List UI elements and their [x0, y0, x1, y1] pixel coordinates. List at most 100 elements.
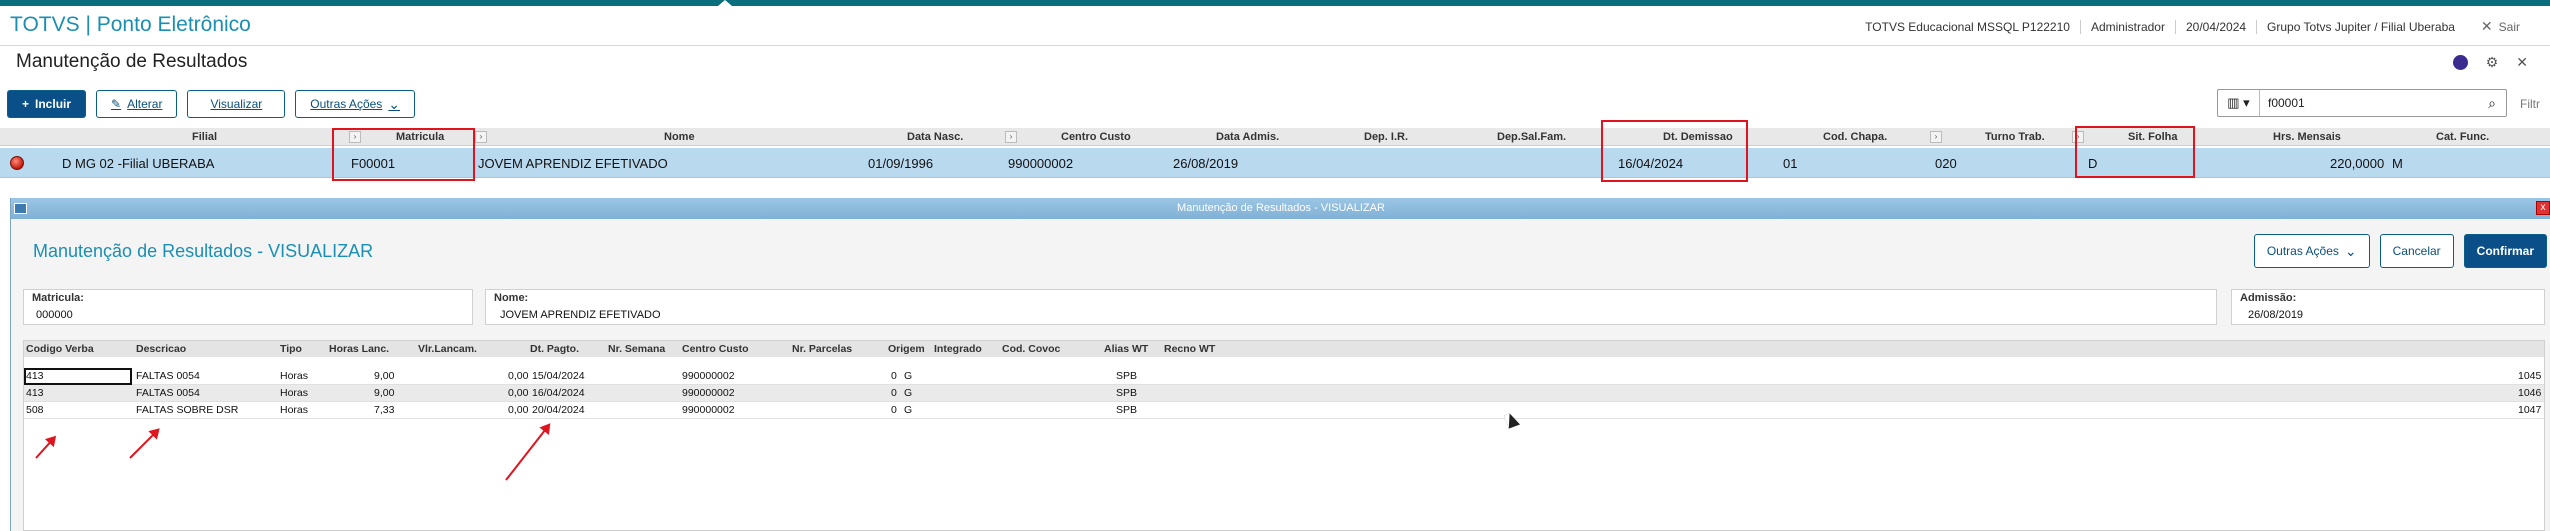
col-filial[interactable]: Filial [192, 131, 217, 143]
resultados-grid-header: Codigo Verba Descricao Tipo Horas Lanc. … [24, 341, 2544, 357]
cell-cod-chapa: 01 [1783, 156, 1798, 171]
col-horas-lanc[interactable]: Horas Lanc. [329, 343, 389, 355]
admissao-label: Admissão: [2240, 292, 2297, 304]
cell-verba: 413 [26, 387, 44, 399]
search-input[interactable]: f00001 [2260, 96, 2478, 110]
col-descricao[interactable]: Descricao [136, 343, 186, 355]
visualizar-button[interactable]: Visualizar [187, 90, 286, 118]
cell-data-nasc: 01/09/1996 [868, 156, 934, 171]
cell-data-admis: 26/08/2019 [1173, 156, 1239, 171]
cell-alias: SPB [1116, 370, 1138, 382]
cell-origem: G [904, 370, 913, 382]
sort-icon[interactable]: › [475, 131, 487, 143]
col-dep-ir[interactable]: Dep. I.R. [1364, 131, 1408, 143]
columns-selector-icon[interactable]: ▥ ▾ [2218, 90, 2260, 116]
close-icon: ✕ [2480, 18, 2493, 34]
dialog-close-icon[interactable]: x [2536, 201, 2550, 215]
company-label[interactable]: Grupo Totvs Jupiter / Filial Uberaba [2256, 19, 2465, 34]
cell-parcelas: 0 [891, 370, 897, 382]
cell-valor: 0,00 [508, 387, 529, 399]
cell-nome: JOVEM APRENDIZ EFETIVADO [478, 156, 668, 171]
incluir-button[interactable]: + Incluir [7, 90, 87, 118]
admissao-value: 26/08/2019 [2248, 309, 2304, 321]
col-tipo[interactable]: Tipo [280, 343, 302, 355]
pencil-icon: ✎ [111, 97, 122, 111]
visualizar-label: Visualizar [210, 97, 263, 111]
outras-acoes-label: Outras Ações [310, 97, 383, 111]
cell-origem: G [904, 404, 913, 416]
cell-horas: 9,00 [374, 387, 395, 399]
cell-descricao: FALTAS SOBRE DSR [136, 404, 239, 416]
cell-dt-pagto: 20/04/2024 [532, 404, 585, 416]
sort-icon[interactable]: › [1005, 131, 1017, 143]
cell-origem: G [904, 387, 913, 399]
dialog-outras-acoes-button[interactable]: Outras Ações ⌄ [2253, 234, 2370, 268]
cell-recno: 1046 [2518, 387, 2542, 399]
nome-field: Nome: JOVEM APRENDIZ EFETIVADO [485, 289, 2217, 325]
cancelar-button[interactable]: Cancelar [2379, 234, 2454, 268]
confirmar-label: Confirmar [2476, 244, 2534, 258]
col-nr-parcelas[interactable]: Nr. Parcelas [792, 343, 852, 355]
dialog-body: Manutenção de Resultados - VISUALIZAR Ou… [11, 219, 2550, 531]
col-hrs-mensais[interactable]: Hrs. Mensais [2273, 131, 2341, 143]
exit-button[interactable]: ✕ Sair [2481, 18, 2520, 35]
col-recno-wt[interactable]: Recno WT [1164, 343, 1215, 355]
cell-horas: 7,33 [374, 404, 395, 416]
col-alias-wt[interactable]: Alias WT [1104, 343, 1148, 355]
status-legend-icon[interactable] [10, 156, 24, 170]
col-cat-func[interactable]: Cat. Func. [2436, 131, 2489, 143]
cell-recno: 1047 [2518, 404, 2542, 416]
filter-label[interactable]: Filtr [2520, 97, 2540, 111]
date-label: 20/04/2024 [2174, 19, 2256, 34]
col-turno-trab[interactable]: Turno Trab. [1985, 131, 2045, 143]
table-row[interactable]: 508 FALTAS SOBRE DSR Horas 7,33 0,00 20/… [24, 402, 2544, 419]
chevron-down-icon: ⌄ [388, 95, 401, 112]
dialog-titlebar[interactable]: Manutenção de Resultados - VISUALIZAR x [11, 198, 2550, 219]
search-icon[interactable]: ⌕ [2478, 95, 2506, 112]
alterar-button[interactable]: ✎ Alterar [96, 90, 178, 118]
table-row[interactable]: 413 FALTAS 0054 Horas 9,00 0,00 15/04/20… [24, 368, 2544, 385]
gear-icon[interactable]: ⚙ [2486, 54, 2499, 71]
header-icons: ⚙ ✕ [2452, 54, 2528, 71]
close-page-icon[interactable]: ✕ [2516, 54, 2528, 71]
cell-descricao: FALTAS 0054 [136, 370, 200, 382]
resultados-grid: Codigo Verba Descricao Tipo Horas Lanc. … [23, 340, 2545, 531]
cell-descricao: FALTAS 0054 [136, 387, 200, 399]
plus-icon: + [22, 97, 30, 111]
col-data-nasc[interactable]: Data Nasc. [907, 131, 963, 143]
dialog-outras-acoes-label: Outras Ações [2266, 244, 2339, 258]
chevron-down-icon: ⌄ [2344, 242, 2357, 259]
exit-label: Sair [2498, 19, 2520, 34]
col-centro-custo[interactable]: Centro Custo [682, 343, 749, 355]
cell-dt-pagto: 15/04/2024 [532, 370, 585, 382]
col-vlr-lancam[interactable]: Vlr.Lancam. [418, 343, 477, 355]
page-title: Manutenção de Resultados [16, 51, 248, 72]
col-dt-pagto[interactable]: Dt. Pagto. [530, 343, 579, 355]
col-centro-custo[interactable]: Centro Custo [1061, 131, 1131, 143]
cell-centro: 990000002 [682, 404, 735, 416]
col-cod-chapa[interactable]: Cod. Chapa. [1823, 131, 1887, 143]
col-cod-covoc[interactable]: Cod. Covoc [1002, 343, 1060, 355]
cell-turno: 020 [1935, 156, 1957, 171]
cell-centro-custo: 990000002 [1008, 156, 1074, 171]
search-box: ▥ ▾ f00001 ⌕ [2217, 89, 2507, 117]
col-nr-semana[interactable]: Nr. Semana [608, 343, 665, 355]
outras-acoes-button[interactable]: Outras Ações ⌄ [295, 90, 416, 118]
col-origem[interactable]: Origem [888, 343, 925, 355]
window-icon [14, 203, 27, 214]
col-integrado[interactable]: Integrado [934, 343, 982, 355]
cell-filial: D MG 02 -Filial UBERABA [62, 156, 215, 171]
col-data-admis[interactable]: Data Admis. [1216, 131, 1279, 143]
table-row[interactable]: 413 FALTAS 0054 Horas 9,00 0,00 16/04/20… [24, 385, 2544, 402]
cell-cat-func: M [2392, 156, 2403, 171]
alterar-label: Alterar [127, 97, 163, 111]
col-nome[interactable]: Nome [664, 131, 695, 143]
user-label[interactable]: Administrador [2079, 19, 2175, 34]
dialog-heading: Manutenção de Resultados - VISUALIZAR [33, 241, 374, 261]
confirmar-button[interactable]: Confirmar [2463, 234, 2547, 268]
col-dep-sal-fam[interactable]: Dep.Sal.Fam. [1497, 131, 1566, 143]
visualizar-dialog: Manutenção de Resultados - VISUALIZAR x … [10, 198, 2550, 531]
sort-icon[interactable]: › [1930, 131, 1942, 143]
col-codigo-verba[interactable]: Codigo Verba [26, 343, 94, 355]
help-icon[interactable] [2452, 55, 2468, 70]
